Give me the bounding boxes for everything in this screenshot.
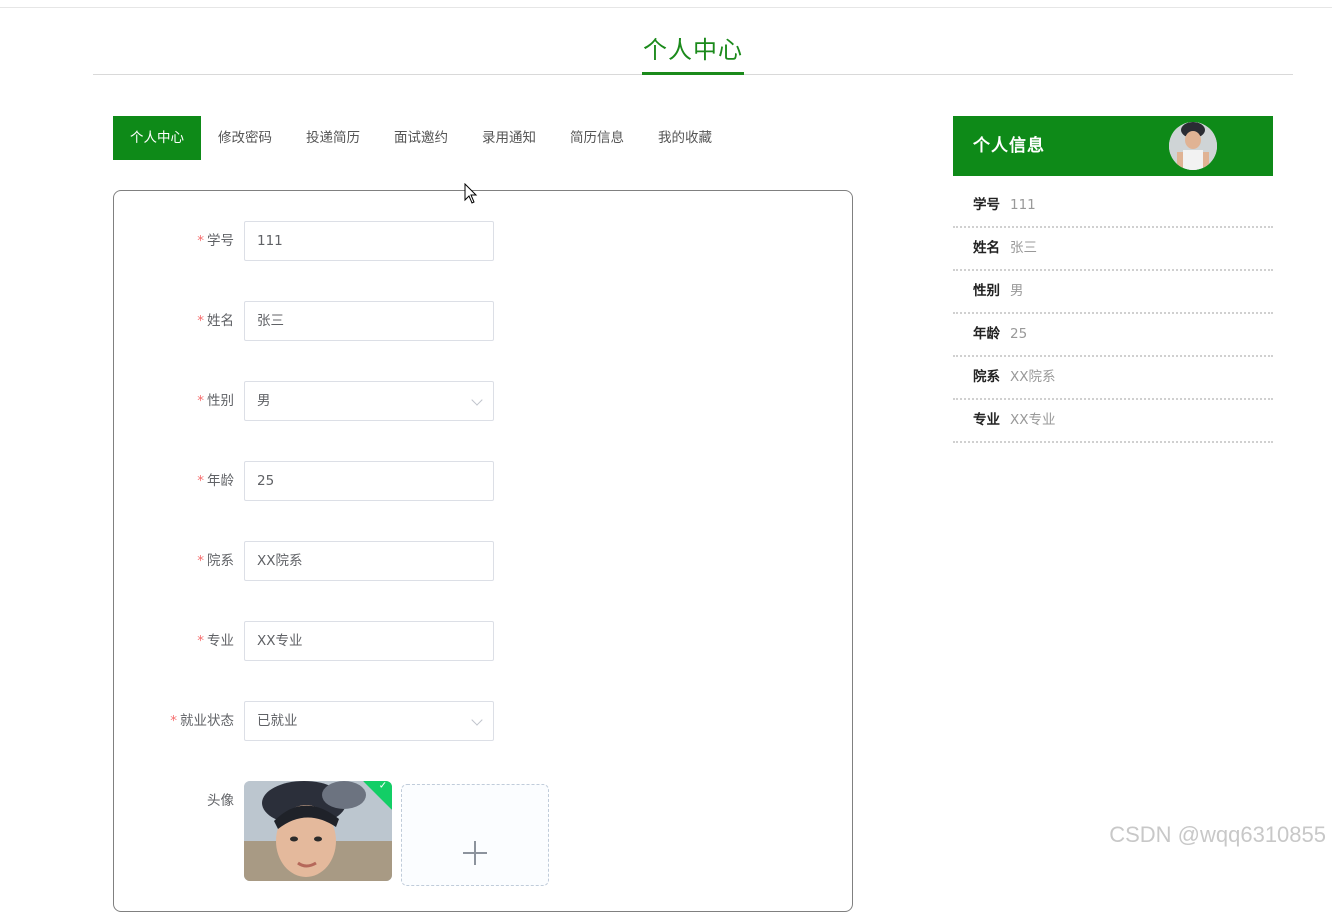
watermark: CSDN @wqq6310855: [1109, 822, 1326, 847]
age-label: * 年龄: [197, 473, 234, 489]
info-row-student-id: 学号 111: [953, 185, 1273, 228]
tab-profile-center[interactable]: 个人中心: [113, 116, 201, 160]
form-row-employment-status: * 就业状态 已就业: [114, 701, 852, 741]
name-input[interactable]: [244, 301, 494, 341]
info-row-department: 院系 XX院系: [953, 357, 1273, 400]
gender-label: * 性别: [197, 393, 234, 409]
profile-form: *学号 *姓名 *性别 男 *年龄 *院系 *专业 *就业状态 已就业 头像: [113, 190, 853, 912]
info-card-header: 个人信息: [953, 116, 1273, 176]
major-label: * 专业: [197, 633, 234, 649]
info-card-list: 学号 111 姓名 张三 性别男 年龄 25 院系 XX院系 专业 XX专业: [953, 185, 1273, 443]
tab-submit-resume[interactable]: 投递简历: [289, 116, 377, 160]
department-label: * 院系: [197, 553, 234, 569]
page-title: 个人中心: [643, 36, 743, 64]
tab-resume-info[interactable]: 简历信息: [553, 116, 641, 160]
info-card-title: 个人信息: [973, 136, 1045, 156]
info-row-major: 专业 XX专业: [953, 400, 1273, 443]
avatar-photo: [244, 781, 392, 881]
top-divider: [0, 7, 1332, 8]
tab-interview-invitations[interactable]: 面试邀约: [377, 116, 465, 160]
major-input[interactable]: [244, 621, 494, 661]
check-icon: ✓: [378, 781, 388, 792]
mouse-cursor-icon: [464, 183, 478, 204]
employment-status-label: * 就业状态: [170, 713, 234, 729]
form-row-department: * 院系: [114, 541, 852, 581]
gender-select[interactable]: 男: [244, 381, 494, 421]
profile-tabs: 个人中心 修改密码 投递简历 面试邀约 录用通知 简历信息 我的收藏: [113, 116, 729, 160]
plus-icon: [463, 841, 487, 865]
info-row-gender: 性别男: [953, 271, 1273, 314]
gender-select-value: 男: [257, 393, 271, 409]
required-mark: *: [197, 233, 204, 249]
info-card-avatar: [1169, 122, 1217, 170]
required-mark: *: [197, 313, 204, 329]
age-input[interactable]: [244, 461, 494, 501]
tab-change-password[interactable]: 修改密码: [201, 116, 289, 160]
title-underline: [642, 72, 744, 75]
required-mark: *: [197, 393, 204, 409]
form-row-avatar: 头像 ✓: [114, 781, 852, 891]
required-mark: *: [197, 553, 204, 569]
info-row-name: 姓名 张三: [953, 228, 1273, 271]
employment-status-select[interactable]: 已就业: [244, 701, 494, 741]
name-label: * 姓名: [197, 313, 234, 329]
form-row-student-id: * 学号: [114, 221, 852, 261]
avatar-preview[interactable]: ✓: [244, 781, 392, 881]
tab-my-favorites[interactable]: 我的收藏: [641, 116, 729, 160]
student-id-input[interactable]: [244, 221, 494, 261]
student-id-label: * 学号: [197, 233, 234, 249]
employment-status-select-value: 已就业: [257, 713, 298, 729]
form-row-major: * 专业: [114, 621, 852, 661]
form-row-age: * 年龄: [114, 461, 852, 501]
required-mark: *: [197, 633, 204, 649]
form-row-name: * 姓名: [114, 301, 852, 341]
tab-offer-notifications[interactable]: 录用通知: [465, 116, 553, 160]
avatar-label: 头像: [207, 793, 234, 809]
avatar-photo: [1169, 122, 1217, 170]
avatar-upload-button[interactable]: [401, 784, 549, 886]
required-mark: *: [170, 713, 177, 729]
info-row-age: 年龄 25: [953, 314, 1273, 357]
department-input[interactable]: [244, 541, 494, 581]
required-mark: *: [197, 473, 204, 489]
form-row-gender: * 性别 男: [114, 381, 852, 421]
